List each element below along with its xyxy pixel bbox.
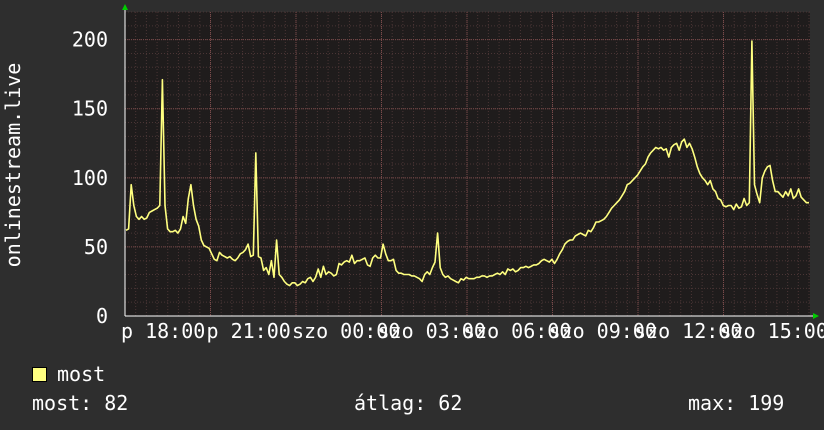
current-value: most: 82 [32,391,129,415]
legend-swatch [32,366,47,382]
y-tick-label: 200 [72,28,108,52]
stats-row: most: 82 átlag: 62 max: 199 [0,391,824,417]
x-tick-label: p 21:00 [207,319,291,343]
average-value: átlag: 62 [354,391,463,415]
x-tick-label: szo 15:00 [720,319,824,343]
legend: most [32,362,105,386]
legend-label: most [57,362,106,386]
max-value: max: 199 [688,391,785,415]
y-axis-label: onlinestream.live [1,62,25,268]
x-tick-label: p 18:00 [121,319,205,343]
y-tick-label: 0 [96,304,108,328]
line-chart: 050100150200p 18:00 p 21:00 szo 00:00szo 0… [72,4,824,343]
y-tick-label: 150 [72,97,108,121]
y-axis-arrow [122,4,128,10]
y-tick-label: 50 [84,235,108,259]
y-tick-label: 100 [72,166,108,190]
